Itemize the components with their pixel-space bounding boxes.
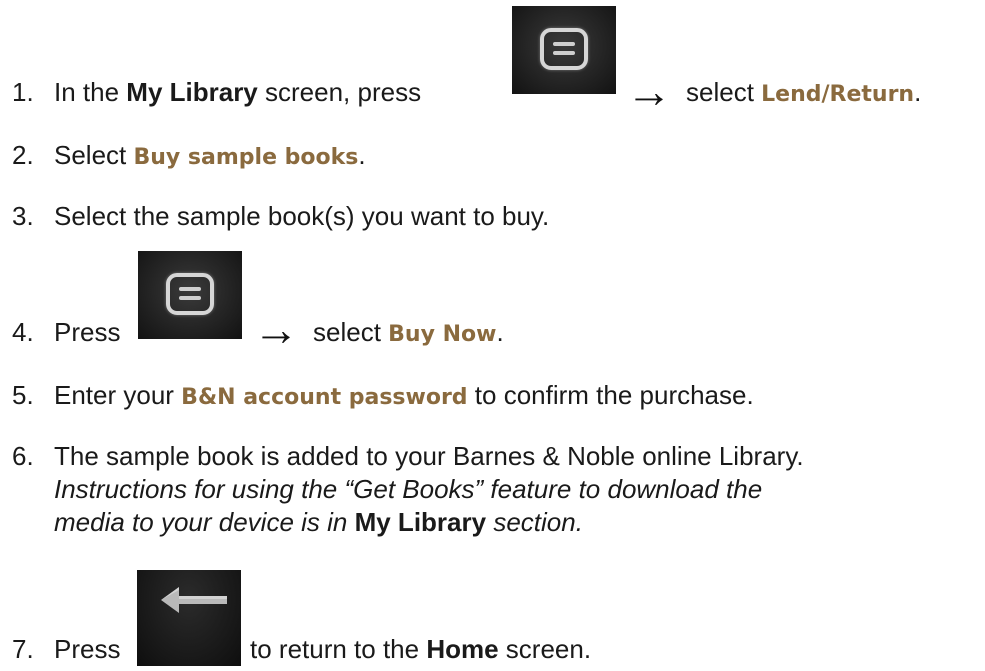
back-arrow-icon <box>161 587 227 613</box>
step-number: 2. <box>12 140 34 170</box>
step-number: 6. <box>12 441 34 471</box>
step-text: select <box>313 317 389 347</box>
step-number: 3. <box>12 201 34 231</box>
step-number: 1. <box>12 77 34 107</box>
menu-option: Buy sample books <box>133 145 359 170</box>
note-text: media to your device is in <box>54 507 355 537</box>
step-text: In the <box>54 77 127 107</box>
note-text: section. <box>486 507 583 537</box>
step-text: to confirm the purchase. <box>467 380 754 410</box>
step-text: select <box>686 77 762 107</box>
menu-button-image <box>512 6 616 94</box>
menu-icon <box>540 28 588 70</box>
menu-option: Buy Now <box>388 322 497 347</box>
menu-option: Lend/Return <box>761 82 915 107</box>
step-text: to return to the <box>250 634 427 664</box>
step-text: screen, press <box>257 77 422 107</box>
menu-icon <box>166 273 214 315</box>
step-number: 5. <box>12 380 34 410</box>
right-arrow-icon: → <box>626 65 672 117</box>
note-text: Instructions for using the “Get Books” f… <box>54 474 763 504</box>
step-text: Enter your <box>54 380 182 410</box>
section-name: My Library <box>354 507 487 537</box>
step-text: Select the sample book(s) you want to bu… <box>54 201 550 231</box>
step-number: 4. <box>12 317 34 347</box>
step-number: 7. <box>12 634 34 664</box>
step-text: The sample book is added to your Barnes … <box>54 441 804 471</box>
screen-name: My Library <box>126 77 258 107</box>
step-text: Select <box>54 140 134 170</box>
menu-option: B&N account password <box>181 385 468 410</box>
menu-button-image <box>138 251 242 339</box>
step-text: Press <box>54 317 121 347</box>
back-button-image <box>137 570 241 666</box>
screen-name: Home <box>426 634 499 664</box>
step-text: Press <box>54 634 121 664</box>
right-arrow-icon: → <box>253 303 299 355</box>
